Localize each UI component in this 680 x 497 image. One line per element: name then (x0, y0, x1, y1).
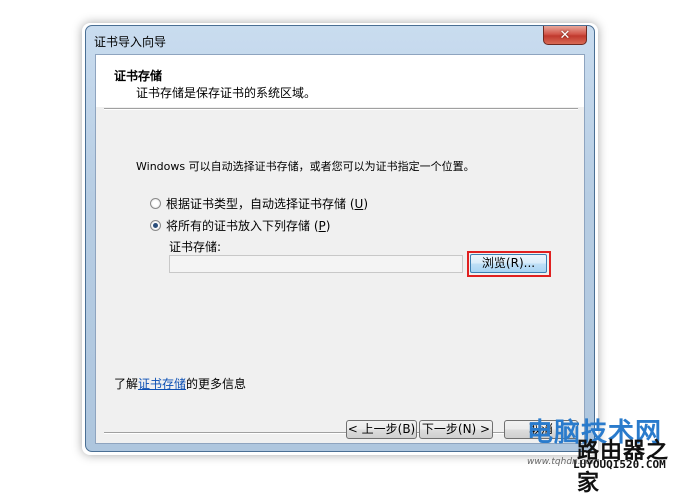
learn-more-prefix: 了解 (114, 377, 139, 391)
back-button[interactable]: < 上一步(B) (346, 420, 417, 439)
window-title: 证书导入向导 (94, 35, 167, 49)
radio-label-manual: 将所有的证书放入下列存储 (P) (166, 219, 331, 233)
radio-unchecked[interactable] (150, 198, 161, 209)
site-watermark: 电脑技术网 路由器之家 www.tqhdn.com LUYOUQI520.COM (525, 412, 680, 496)
certificate-store-link[interactable]: 证书存储 (138, 377, 186, 391)
auto-select-store-option[interactable]: 根据证书类型，自动选择证书存储 (U) (150, 195, 368, 212)
next-button[interactable]: 下一步(N) > (419, 420, 493, 439)
browse-button[interactable]: 浏览(R)... (470, 254, 547, 273)
place-all-in-store-option[interactable]: 将所有的证书放入下列存储 (P) (150, 217, 330, 234)
learn-more-line: 了解证书存储的更多信息 (114, 375, 246, 392)
certificate-store-label: 证书存储: (169, 240, 222, 254)
certificate-store-field[interactable] (169, 255, 463, 273)
close-icon: ✕ (559, 27, 571, 43)
close-button[interactable]: ✕ (543, 26, 587, 45)
radio-checked[interactable] (150, 220, 161, 231)
wizard-client-area: 证书存储 证书存储是保存证书的系统区域。 Windows 可以自动选择证书存储，… (95, 54, 585, 444)
radio-label-auto: 根据证书类型，自动选择证书存储 (U) (166, 197, 368, 211)
certificate-import-wizard-window: 证书导入向导 ✕ 证书存储 证书存储是保存证书的系统区域。 Windows 可以… (85, 25, 595, 452)
header-divider (104, 108, 578, 110)
page-title: 证书存储 (114, 69, 163, 83)
page-subtitle: 证书存储是保存证书的系统区域。 (136, 86, 317, 100)
watermark-url: LUYOUQI520.COM (573, 458, 666, 471)
wizard-header: 证书存储 证书存储是保存证书的系统区域。 (96, 55, 584, 107)
learn-more-suffix: 的更多信息 (186, 377, 247, 391)
store-description: Windows 可以自动选择证书存储，或者您可以为证书指定一个位置。 (136, 160, 475, 173)
